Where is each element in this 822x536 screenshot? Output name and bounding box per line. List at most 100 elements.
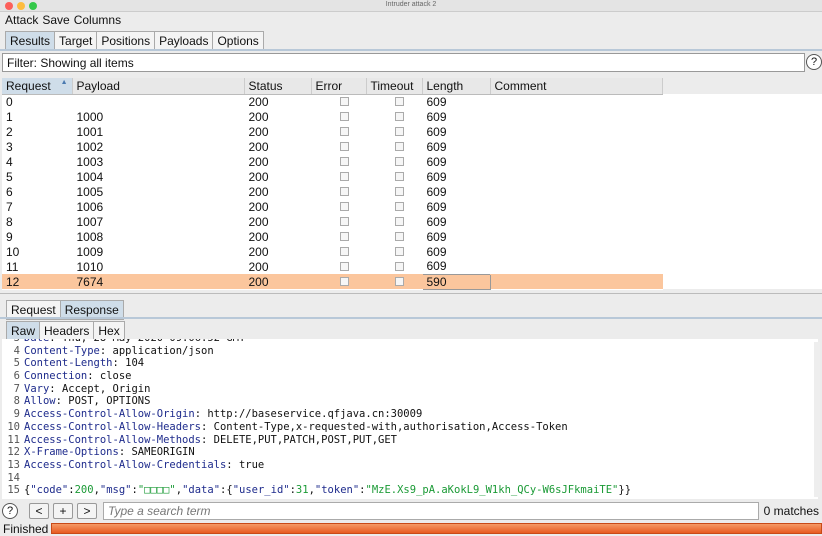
filter-bar[interactable]: Filter: Showing all items xyxy=(2,53,805,72)
table-row[interactable]: 11 1010 200 609 xyxy=(2,259,663,274)
cell-status: 200 xyxy=(248,259,269,274)
menu-attack[interactable]: Attack xyxy=(5,13,38,27)
header-value: POST, OPTIONS xyxy=(61,395,151,408)
header-value: application/json xyxy=(106,344,214,357)
menu-save[interactable]: Save xyxy=(42,13,69,27)
add-button[interactable]: + xyxy=(53,503,73,519)
timeout-checkbox xyxy=(394,141,404,151)
tab-hex[interactable]: Hex xyxy=(93,321,125,341)
error-checkbox xyxy=(339,186,349,196)
cell-error xyxy=(311,169,366,184)
previous-match-button[interactable]: < xyxy=(29,503,49,519)
table-row[interactable]: 6 1005 200 609 xyxy=(2,184,663,199)
search-input[interactable]: Type a search term xyxy=(103,502,759,520)
table-row[interactable]: 2 1001 200 609 xyxy=(2,124,663,139)
cell-timeout xyxy=(366,139,422,154)
header-value: close xyxy=(93,370,132,383)
error-checkbox xyxy=(339,171,349,181)
cell-comment xyxy=(490,139,663,154)
header-value: 104 xyxy=(118,357,145,370)
line-number: 12 xyxy=(7,446,20,459)
column-status[interactable]: Status xyxy=(244,78,312,95)
timeout-checkbox xyxy=(394,111,404,121)
column-payload[interactable]: Payload xyxy=(72,78,245,95)
cell-payload: 1004 xyxy=(76,169,104,184)
cell-request: 1 xyxy=(6,109,13,124)
split-divider[interactable] xyxy=(0,293,822,296)
cell-timeout xyxy=(366,124,422,139)
next-match-button[interactable]: > xyxy=(77,503,97,519)
table-row[interactable]: 0 200 609 xyxy=(2,94,663,109)
window-title: Intruder attack 2 xyxy=(385,1,437,8)
error-checkbox xyxy=(339,156,349,166)
timeout-checkbox xyxy=(394,156,404,166)
cell-comment xyxy=(490,109,663,124)
column-error[interactable]: Error xyxy=(311,78,367,95)
tab-divider xyxy=(0,49,822,51)
column-timeout[interactable]: Timeout xyxy=(366,78,423,95)
cell-request: 11 xyxy=(6,259,19,274)
results-table: Request ▲ Payload Status Error Timeout L… xyxy=(2,78,663,290)
table-row[interactable]: 5 1004 200 609 xyxy=(2,169,663,184)
column-comment[interactable]: Comment xyxy=(490,78,663,95)
response-editor[interactable]: 3Date: Thu, 28 May 2020 09:06:52 GMT4Con… xyxy=(2,339,818,499)
cell-request: 0 xyxy=(6,94,13,109)
cell-timeout xyxy=(366,94,422,109)
timeout-checkbox xyxy=(394,246,404,256)
help-icon[interactable]: ? xyxy=(2,503,18,519)
tab-target[interactable]: Target xyxy=(54,31,98,51)
column-request[interactable]: Request ▲ xyxy=(2,78,73,95)
cell-length: 609 xyxy=(426,214,447,229)
sort-ascending-icon: ▲ xyxy=(60,78,68,86)
line-number: 7 xyxy=(13,382,20,395)
response-body-line: 15 {"code":200,"msg":"□□□□","data":{"user… xyxy=(2,484,818,497)
cell-status: 200 xyxy=(248,124,269,139)
cell-status: 200 xyxy=(244,274,311,289)
menu-columns[interactable]: Columns xyxy=(74,13,121,27)
response-line: 11 Access-Control-Allow-Methods: DELETE,P… xyxy=(2,434,818,447)
table-row[interactable]: 8 1007 200 609 xyxy=(2,214,663,229)
table-row[interactable]: 7 1006 200 609 xyxy=(2,199,663,214)
cell-status: 200 xyxy=(248,244,269,259)
cell-comment xyxy=(490,184,663,199)
line-number: 10 xyxy=(7,420,20,433)
column-length[interactable]: Length xyxy=(422,78,491,95)
table-row[interactable]: 12 7674 200 590 xyxy=(2,273,663,290)
response-line: 12 X-Frame-Options: SAMEORIGIN xyxy=(2,446,818,459)
tab-positions[interactable]: Positions xyxy=(96,31,156,51)
table-row[interactable]: 1 1000 200 609 xyxy=(2,109,663,124)
help-icon[interactable]: ? xyxy=(806,54,822,70)
cell-payload: 1009 xyxy=(76,244,104,259)
tab-options[interactable]: Options xyxy=(212,31,264,51)
cell-timeout xyxy=(366,259,422,274)
cell-timeout xyxy=(366,169,422,184)
timeout-checkbox xyxy=(394,96,404,106)
tab-raw[interactable]: Raw xyxy=(6,321,41,341)
tab-divider xyxy=(0,317,822,319)
cell-payload: 1010 xyxy=(76,259,104,274)
response-line: 13 Access-Control-Allow-Credentials: true xyxy=(2,459,818,472)
cell-payload: 1008 xyxy=(76,229,104,244)
table-row[interactable]: 10 1009 200 609 xyxy=(2,244,663,259)
cell-length: 590 xyxy=(421,273,491,290)
timeout-checkbox xyxy=(394,276,404,286)
header-name: Content-Length xyxy=(24,357,113,370)
cell-payload: 7674 xyxy=(72,274,244,289)
cell-error xyxy=(311,139,366,154)
cell-status: 200 xyxy=(248,139,269,154)
table-row[interactable]: 9 1008 200 609 xyxy=(2,229,663,244)
editor-scrollbar[interactable] xyxy=(814,342,820,497)
tab-results[interactable]: Results xyxy=(5,31,56,51)
cell-error xyxy=(311,274,366,289)
cell-timeout xyxy=(366,244,422,259)
cell-comment xyxy=(490,259,663,274)
tab-headers[interactable]: Headers xyxy=(39,321,95,341)
table-row[interactable]: 3 1002 200 609 xyxy=(2,139,663,154)
cell-length: 609 xyxy=(426,154,447,169)
cell-error xyxy=(311,94,366,109)
table-row[interactable]: 4 1003 200 609 xyxy=(2,154,663,169)
cell-timeout xyxy=(366,199,422,214)
timeout-checkbox xyxy=(394,186,404,196)
tab-payloads[interactable]: Payloads xyxy=(154,31,214,51)
cell-request: 4 xyxy=(6,154,13,169)
